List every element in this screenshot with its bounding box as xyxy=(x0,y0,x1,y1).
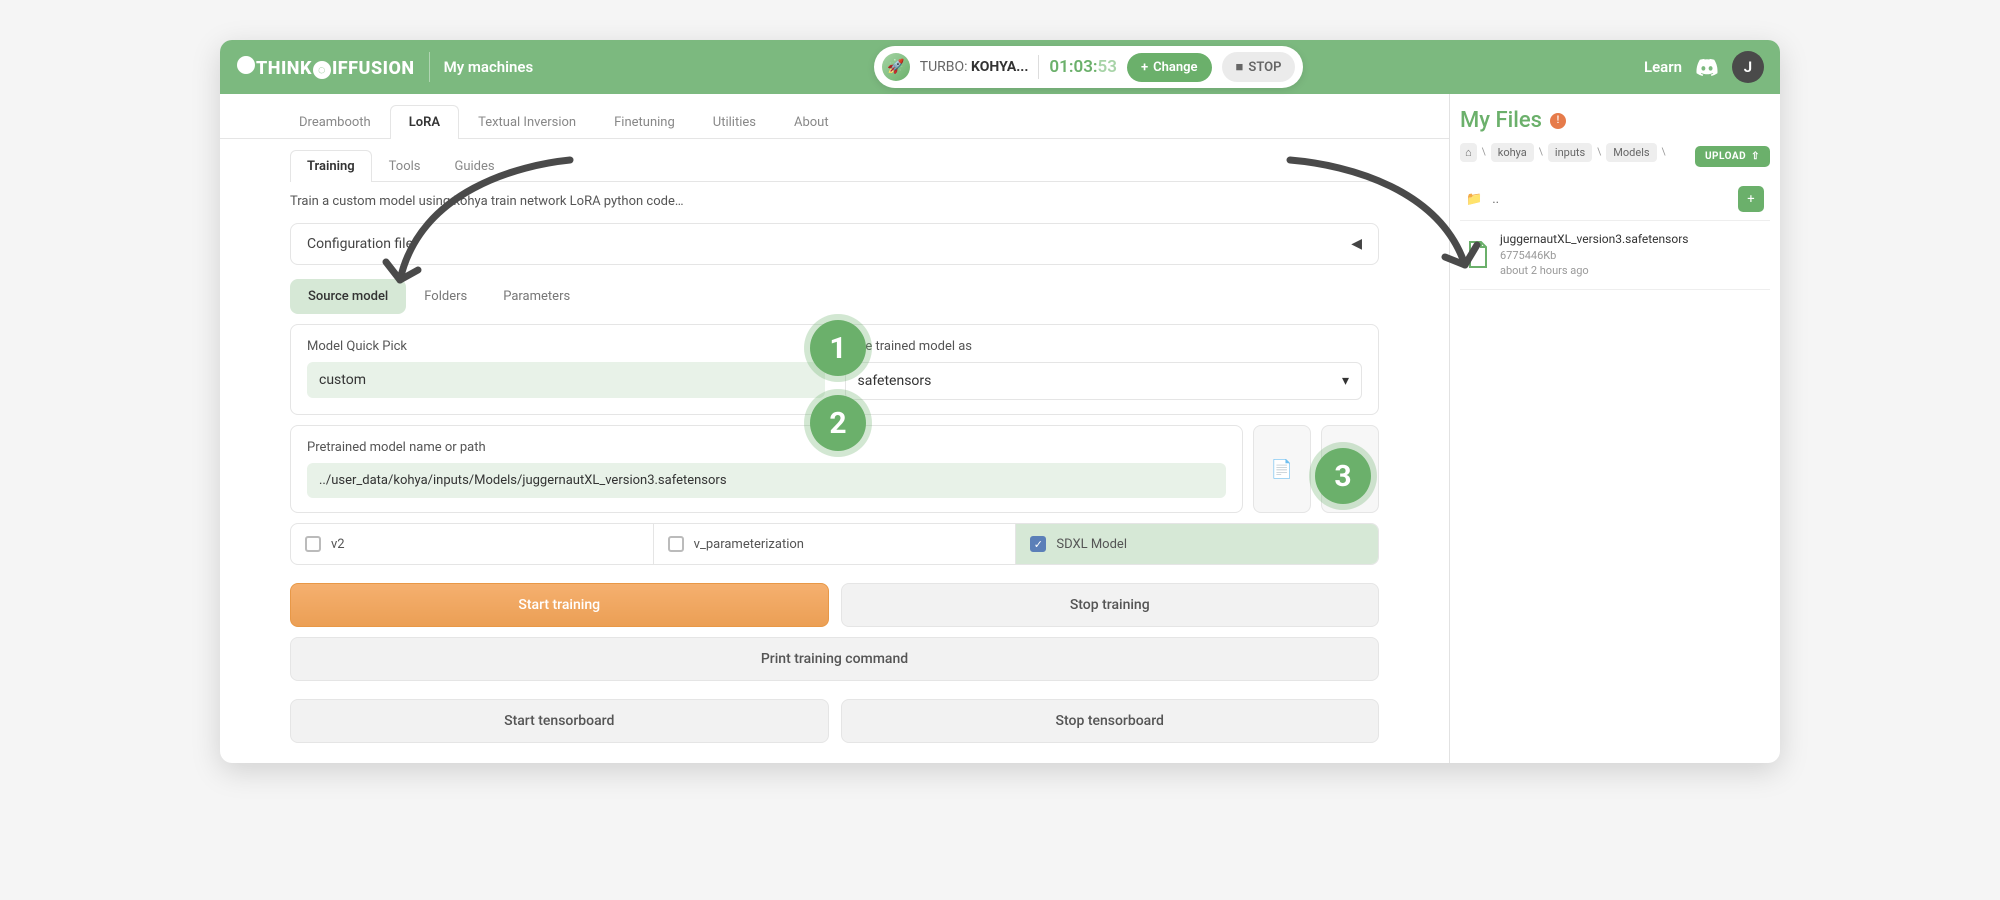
tab-textual-inversion[interactable]: Textual Inversion xyxy=(459,105,595,139)
session-label: TURBO: KOHYA... xyxy=(920,59,1029,75)
tab-utilities[interactable]: Utilities xyxy=(694,105,775,139)
start-tensorboard-button[interactable]: Start tensorboard xyxy=(290,699,829,743)
model-flags-row: v2 v_parameterization ✓SDXL Model xyxy=(290,523,1379,565)
file-meta: juggernautXL_version3.safetensors 677544… xyxy=(1500,231,1688,279)
session-widget: 🚀 TURBO: KOHYA... 01:03:53 +Change ■STOP xyxy=(874,46,1304,88)
breadcrumb-separator-icon: \ xyxy=(1482,147,1486,158)
annotation-circle-1: 1 xyxy=(810,320,866,376)
document-icon: 📄 xyxy=(1271,459,1293,480)
divider xyxy=(1038,55,1039,79)
stop-button[interactable]: ■STOP xyxy=(1222,52,1296,82)
section-tab-source-model[interactable]: Source model xyxy=(290,279,406,314)
logo: THINK◌IFFUSION xyxy=(236,56,415,79)
new-folder-button[interactable]: + xyxy=(1738,186,1764,212)
annotation-circle-3: 3 xyxy=(1315,448,1371,504)
files-panel: My Files ! ⌂ \ kohya \ inputs \ Models \ UPLOA… xyxy=(1450,94,1780,763)
app-header: THINK◌IFFUSION My machines 🚀 TURBO: KOHY… xyxy=(220,40,1780,94)
stop-tensorboard-button[interactable]: Stop tensorboard xyxy=(841,699,1380,743)
tab-lora[interactable]: LoRA xyxy=(390,105,459,139)
start-training-button[interactable]: Start training xyxy=(290,583,829,627)
breadcrumb-home[interactable]: ⌂ xyxy=(1460,143,1477,162)
logo-circle-icon: ◌ xyxy=(313,61,331,79)
warning-badge-icon: ! xyxy=(1550,113,1566,129)
section-tab-parameters[interactable]: Parameters xyxy=(485,279,588,314)
subtabs: TrainingToolsGuides xyxy=(290,149,1379,182)
checkbox-icon xyxy=(668,536,684,552)
section-tab-folders[interactable]: Folders xyxy=(406,279,485,314)
stop-training-button[interactable]: Stop training xyxy=(841,583,1380,627)
checkbox-icon xyxy=(305,536,321,552)
change-button[interactable]: +Change xyxy=(1127,53,1212,82)
vparam-checkbox[interactable]: v_parameterization xyxy=(654,524,1017,564)
page-description: Train a custom model using kohya train n… xyxy=(290,194,1379,209)
divider xyxy=(429,52,430,82)
model-quick-pick-label: Model Quick Pick xyxy=(307,339,825,354)
file-row[interactable]: juggernautXL_version3.safetensors 677544… xyxy=(1460,221,1770,290)
logo-mark-1 xyxy=(237,56,255,74)
collapse-icon: ◀ xyxy=(1351,236,1362,252)
tab-finetuning[interactable]: Finetuning xyxy=(595,105,694,139)
subtab-guides[interactable]: Guides xyxy=(438,150,512,182)
file-icon xyxy=(1466,241,1490,269)
section-tabs: Source modelFoldersParameters xyxy=(290,279,1379,314)
pretrained-path-input[interactable] xyxy=(307,463,1226,498)
model-quick-pick-select[interactable]: custom xyxy=(307,362,825,398)
rocket-icon: 🚀 xyxy=(882,53,910,81)
breadcrumb-kohya[interactable]: kohya xyxy=(1491,143,1534,162)
breadcrumb-separator-icon: \ xyxy=(1662,147,1666,158)
logo-text-right: IFFUSION xyxy=(332,58,415,79)
folder-up-icon: 📁 xyxy=(1466,192,1482,207)
discord-icon[interactable] xyxy=(1696,58,1718,76)
tab-about[interactable]: About xyxy=(775,105,848,139)
plus-icon: + xyxy=(1141,60,1148,75)
nav-my-machines[interactable]: My machines xyxy=(444,58,534,76)
logo-text-left: THINK xyxy=(256,58,312,79)
breadcrumb-models[interactable]: Models xyxy=(1606,143,1656,162)
breadcrumb-separator-icon: \ xyxy=(1597,147,1601,158)
print-command-button[interactable]: Print training command xyxy=(290,637,1379,681)
breadcrumb-separator-icon: \ xyxy=(1539,147,1543,158)
config-file-accordion[interactable]: Configuration file ◀ xyxy=(290,223,1379,265)
v2-checkbox[interactable]: v2 xyxy=(291,524,654,564)
nav-learn[interactable]: Learn xyxy=(1644,58,1682,76)
breadcrumb-inputs[interactable]: inputs xyxy=(1548,143,1592,162)
config-file-label: Configuration file xyxy=(307,236,413,252)
annotation-circle-2: 2 xyxy=(810,395,866,451)
files-title: My Files ! xyxy=(1460,108,1770,133)
header-right: Learn J xyxy=(1644,51,1764,83)
subtab-tools[interactable]: Tools xyxy=(372,150,438,182)
up-directory[interactable]: 📁 .. + xyxy=(1460,178,1770,221)
stop-icon: ■ xyxy=(1236,59,1244,75)
chevron-down-icon: ▾ xyxy=(1342,373,1349,389)
tabs-top: DreamboothLoRATextual InversionFinetunin… xyxy=(220,104,1449,139)
upload-button[interactable]: UPLOAD⇧ xyxy=(1695,146,1770,167)
checkbox-checked-icon: ✓ xyxy=(1030,536,1046,552)
sdxl-checkbox[interactable]: ✓SDXL Model xyxy=(1016,524,1378,564)
document-picker-button[interactable]: 📄 xyxy=(1253,425,1311,513)
pretrained-card: Pretrained model name or path xyxy=(290,425,1243,513)
files-breadcrumb: ⌂ \ kohya \ inputs \ Models \ xyxy=(1460,143,1666,162)
avatar[interactable]: J xyxy=(1732,51,1764,83)
subtab-training[interactable]: Training xyxy=(290,150,372,182)
save-as-label: Save trained model as xyxy=(845,339,1363,354)
upload-icon: ⇧ xyxy=(1751,151,1760,162)
save-as-select[interactable]: safetensors▾ xyxy=(845,362,1363,400)
session-timer: 01:03:53 xyxy=(1049,57,1117,77)
pretrained-label: Pretrained model name or path xyxy=(307,440,1226,455)
tab-dreambooth[interactable]: Dreambooth xyxy=(280,105,390,139)
